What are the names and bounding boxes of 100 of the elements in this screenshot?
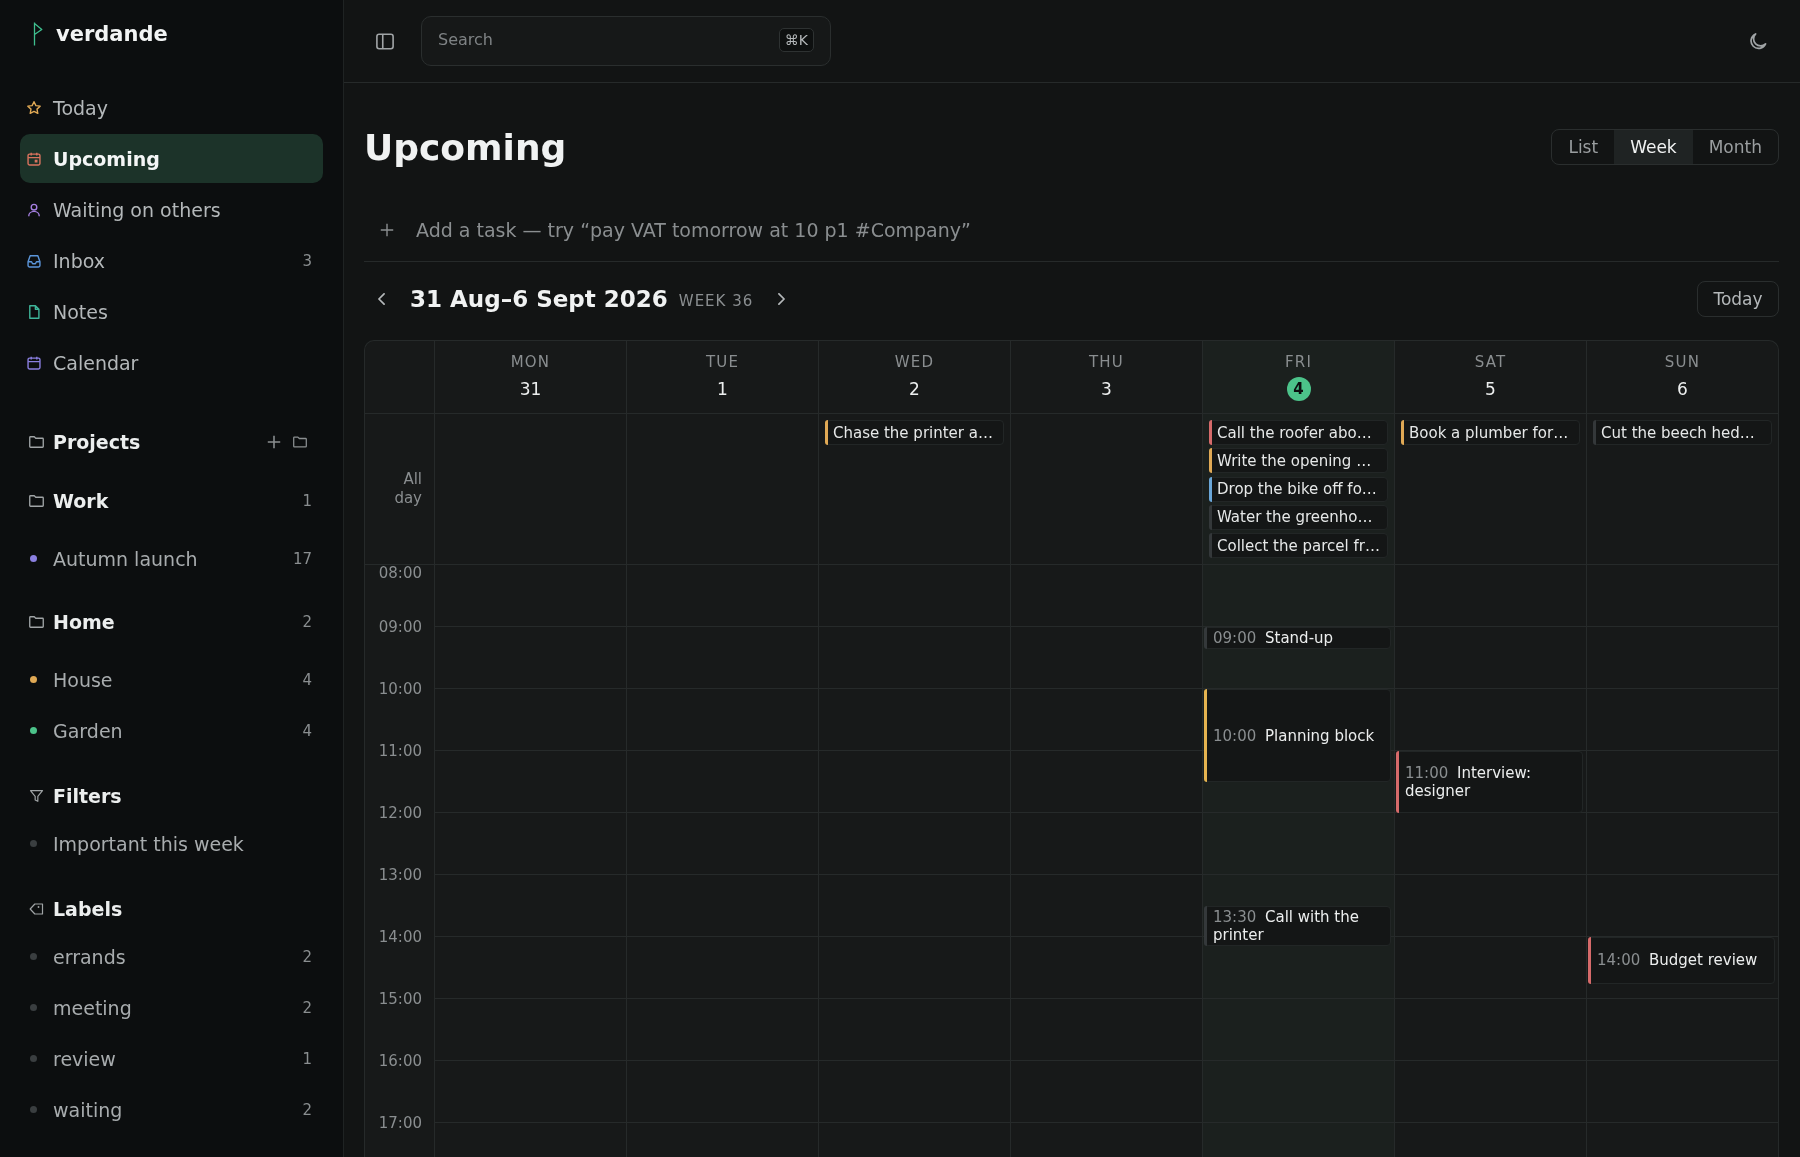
moon-icon [1749,32,1767,50]
calendar-event[interactable]: 10:00 Planning block [1204,689,1391,782]
all-day-event[interactable]: Call the roofer abo… [1209,420,1388,445]
theme-toggle-button[interactable] [1748,31,1768,51]
item-count: 1 [302,1049,312,1068]
all-day-event[interactable]: Cut the beech hed… [1593,420,1772,445]
project-item[interactable]: Garden 4 [20,706,323,755]
item-count: 4 [302,721,312,740]
day-name: SUN [1664,352,1701,372]
hour-label: 12:00 [378,805,422,821]
all-day-event[interactable]: Chase the printer a… [825,420,1004,445]
hour-label: 11:00 [378,743,422,759]
hour-label: 16:00 [378,1053,422,1069]
view-tab[interactable]: Week [1614,130,1693,164]
sidebar-item[interactable]: Inbox 3 [20,236,323,285]
event-time: 10:00 [1213,726,1257,745]
tag-icon [29,903,44,915]
project-item[interactable]: House 4 [20,655,323,704]
view-tab[interactable]: List [1552,130,1615,164]
all-day-event[interactable]: Water the greenho… [1209,504,1388,530]
day-name: FRI [1284,352,1313,372]
chevron-right-icon [777,293,785,305]
star-icon [27,100,41,115]
view-tab[interactable]: Month [1692,130,1778,164]
item-count: 2 [302,998,312,1017]
day-name: MON [510,352,551,372]
all-day-event[interactable]: Book a plumber for… [1401,420,1580,445]
all-day-event[interactable]: Drop the bike off fo… [1209,476,1388,502]
day-date: 5 [1485,378,1496,401]
item-count: 3 [302,251,312,270]
project-item[interactable]: Autumn launch 17 [20,534,323,583]
day-name: TUE [705,352,740,372]
day-date: 2 [909,378,920,401]
dot-icon [30,1106,37,1113]
today-button[interactable]: Today [1697,281,1779,317]
section-heading: Labels [53,898,123,920]
hour-label: 10:00 [378,681,422,697]
all-day-event[interactable]: Collect the parcel fr… [1209,533,1388,559]
plus-icon [267,435,281,449]
folder-icon [29,494,44,507]
label-item[interactable]: review 1 [20,1034,323,1083]
event-time: 11:00 [1405,764,1449,782]
inbox-icon [27,253,41,268]
all-day-label: All day [393,470,422,508]
day-date: 3 [1101,378,1112,401]
sidebar-toggle-button[interactable] [375,31,395,51]
sidebar-item[interactable]: Today [20,83,323,132]
calendar-event[interactable]: 14:00 Budget review [1588,937,1775,984]
item-count: 2 [302,1100,312,1119]
folder-icon [293,436,307,448]
document-icon [27,304,41,319]
calendar-event[interactable]: 09:00 Stand-up [1204,627,1391,649]
item-count: 17 [292,549,312,568]
hour-label: 09:00 [378,619,422,635]
dot-icon [30,840,37,847]
dot-icon [30,1004,37,1011]
label-item[interactable]: meeting 2 [20,983,323,1032]
person-icon [27,202,41,217]
panel-icon [376,32,394,50]
event-time: 09:00 [1213,629,1257,647]
add-task-field[interactable]: Add a task — try “pay VAT tomorrow at 10 p1 #Company” [416,211,1779,248]
calendar-event[interactable]: 11:00 Interview: designer [1396,751,1583,813]
sidebar-item[interactable]: Upcoming [20,134,323,183]
item-count: 4 [302,670,312,689]
label-item[interactable]: waiting 2 [20,1085,323,1134]
day-name: WED [894,352,935,372]
sidebar-item[interactable]: Calendar [20,338,323,387]
folder-icon [29,615,44,628]
calendar-icon [27,151,41,166]
filter-item[interactable]: Important this week [20,819,323,868]
event-time: 14:00 [1597,951,1641,970]
hour-label: 15:00 [378,991,422,1007]
day-name: THU [1089,352,1124,372]
chevron-left-icon [377,293,385,305]
brand-name: verdande [56,22,168,46]
all-day-event[interactable]: Write the opening … [1209,448,1388,474]
dot-icon [30,953,37,960]
hour-label: 17:00 [378,1115,422,1131]
hour-label: 13:00 [378,867,422,883]
label-item[interactable]: errands 2 [20,932,323,981]
dot-icon [30,1055,37,1062]
project-group[interactable]: Work 1 [20,476,323,525]
item-count: 2 [302,947,312,966]
project-group[interactable]: Home 2 [20,597,323,646]
item-count: 1 [302,491,312,510]
folder-icon [29,436,44,448]
calendar-event[interactable]: 13:30 Call with the printer [1204,906,1391,946]
day-date: 6 [1677,378,1688,401]
day-name: SAT [1474,352,1507,372]
sidebar-item[interactable]: Notes [20,287,323,336]
calendar-icon [27,355,41,370]
day-date: 31 [519,378,542,401]
day-date: 4 [1286,377,1311,401]
week-number: WEEK 36 [678,292,754,310]
item-count: 2 [302,612,312,631]
keyboard-shortcut: ⌘K [778,28,814,52]
sidebar-item[interactable]: Waiting on others [20,185,323,234]
hour-label: 14:00 [378,929,422,945]
page-title: Upcoming [364,126,567,168]
plus-icon [380,222,394,237]
